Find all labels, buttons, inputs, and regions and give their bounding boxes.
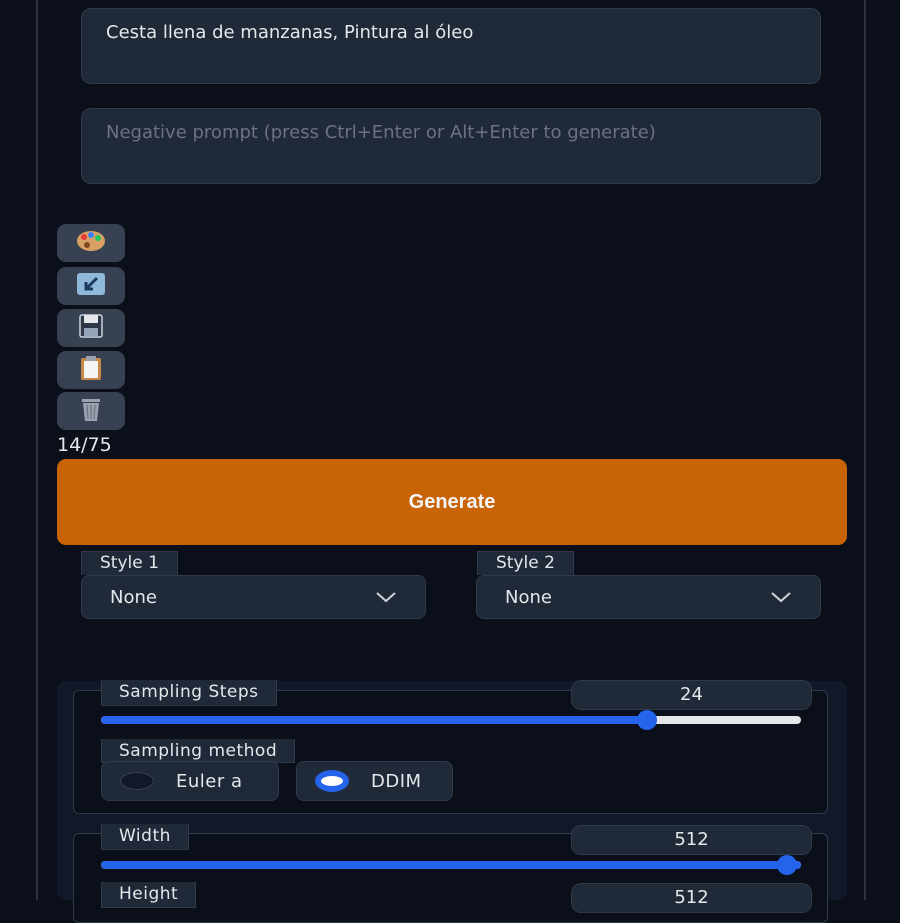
palette-icon [73,228,109,258]
arrow-down-left-icon [73,271,109,301]
negative-prompt-input[interactable]: Negative prompt (press Ctrl+Enter or Alt… [81,108,821,184]
style-2-value: None [505,586,552,608]
sampling-steps-label: Sampling Steps [101,680,277,706]
sampling-steps-input[interactable]: 24 [571,680,812,710]
width-input[interactable]: 512 [571,825,812,855]
slider-thumb[interactable] [777,855,797,875]
clear-button[interactable] [57,392,125,430]
prompt-input[interactable]: Cesta llena de manzanas, Pintura al óleo [81,8,821,84]
chevron-down-icon [771,592,791,603]
read-params-button[interactable] [57,267,125,305]
width-label: Width [101,824,189,850]
save-style-button[interactable] [57,309,125,347]
radio-label: DDIM [371,770,422,792]
paste-button[interactable] [57,351,125,389]
radio-circle [120,772,154,790]
style-2-select[interactable]: None [476,575,821,619]
clipboard-icon [73,355,109,385]
token-counter: 14/75 [57,434,112,456]
radio-ddim[interactable]: DDIM [296,761,453,801]
style-1-label: Style 1 [81,551,178,575]
style-1-value: None [110,586,157,608]
style-2-label: Style 2 [477,551,574,575]
chevron-down-icon [376,592,396,603]
sampling-method-label: Sampling method [101,739,296,763]
height-input[interactable]: 512 [571,883,812,913]
trash-icon [73,396,109,426]
radio-circle-selected [315,770,349,792]
slider-fill [101,716,647,724]
generate-button[interactable]: Generate [57,459,847,545]
floppy-disk-icon [73,313,109,343]
slider-thumb[interactable] [637,710,657,730]
height-label: Height [101,882,197,908]
radio-euler-a[interactable]: Euler a [101,761,279,801]
palette-button[interactable] [57,224,125,262]
radio-label: Euler a [176,770,243,792]
sampling-steps-slider[interactable] [101,710,801,730]
slider-fill [101,861,801,869]
style-1-select[interactable]: None [81,575,426,619]
width-slider[interactable] [101,855,801,875]
